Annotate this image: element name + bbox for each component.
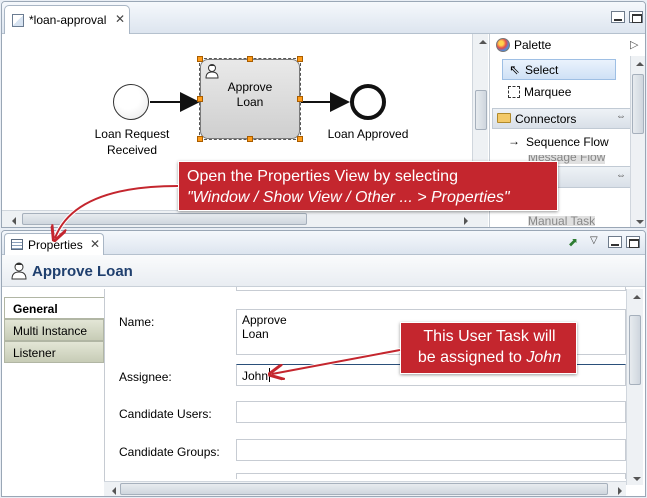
hidden-field-edge [236,287,626,291]
scroll-down-icon[interactable] [632,214,644,226]
user-task-icon [11,262,27,280]
properties-vertical-scrollbar[interactable] [626,289,643,485]
tab-listener[interactable]: Listener [4,341,104,363]
start-event-label: Loan Request Received [94,127,170,157]
end-event-label: Loan Approved [327,127,409,141]
candidate-groups-field[interactable] [236,439,626,461]
properties-view-icon [11,239,23,250]
properties-view-callout: Open the Properties View by selecting "W… [178,161,558,211]
properties-header: Approve Loan [2,255,645,287]
candidate-groups-label: Candidate Groups: [119,445,220,459]
scroll-up-icon[interactable] [632,56,644,68]
properties-horizontal-scrollbar[interactable] [104,481,626,496]
resize-handle[interactable] [197,56,203,62]
candidate-users-label: Candidate Users: [119,407,212,421]
palette-title: Palette [514,38,552,52]
palette-marquee-tool[interactable]: Marquee [502,82,616,103]
collapse-palette-icon[interactable]: ▷ [630,38,638,51]
palette-manual-task-tool[interactable]: Manual Task [502,216,632,226]
palette-icon [496,38,510,52]
palette-scrollbar[interactable] [630,56,645,227]
canvas-horizontal-scrollbar[interactable] [2,210,488,227]
palette-drawer-connectors[interactable]: Connectors [492,108,632,129]
assignee-value: John [242,369,269,383]
file-icon [12,14,24,27]
candidate-users-field[interactable] [236,401,626,423]
hidden-field-edge [236,473,626,479]
scroll-left-icon[interactable] [106,484,118,496]
resize-handle[interactable] [197,136,203,142]
properties-tab-bar: Properties ✕ ⬈ ▽ [2,231,645,255]
maximize-icon[interactable] [629,11,643,23]
scrollbar-thumb[interactable] [22,213,307,225]
palette-sequence-flow-tool[interactable]: → Sequence Flow [502,132,632,153]
editor-tab-bar: *loan-approval ✕ [2,2,645,34]
scrollbar-thumb[interactable] [475,90,487,130]
folder-icon [497,113,511,123]
scroll-down-icon[interactable] [629,471,641,483]
close-icon[interactable]: ✕ [115,12,125,26]
callout-line-2: "Window / Show View / Other ... > Proper… [187,189,510,206]
sequence-flow-icon: → [508,134,520,148]
callout-line-1: This User Task will [423,328,556,345]
end-event[interactable] [350,84,386,120]
scrollbar-thumb[interactable] [632,74,644,134]
select-arrow-icon: ⇖ [509,62,520,77]
properties-tab-label: Properties [28,238,83,252]
assignee-label: Assignee: [119,370,172,384]
scroll-up-icon[interactable] [629,289,641,301]
properties-side-tabs: General Multi Instance Listener [4,293,104,493]
scroll-up-icon[interactable] [475,34,487,46]
close-icon[interactable]: ✕ [90,237,100,251]
scroll-right-icon[interactable] [612,484,624,496]
tab-properties[interactable]: Properties ✕ [4,233,104,255]
callout-line-2: be assigned to John [417,349,562,366]
assignee-callout: This User Task will be assigned to John [400,322,577,374]
name-label: Name: [119,315,155,329]
minimize-icon[interactable] [611,11,625,23]
view-menu-icon[interactable]: ▽ [590,235,598,246]
marquee-icon [508,86,520,98]
minimize-icon[interactable] [608,236,622,248]
drawer-pin-icon[interactable]: ⇔ [616,170,626,181]
general-form: Name: Approve Loan Assignee: John Candid… [104,287,626,485]
resize-handle[interactable] [297,136,303,142]
start-event[interactable] [113,84,149,120]
callout-line-1: Open the Properties View by selecting [187,168,458,185]
palette-header: Palette ▷ [490,34,645,56]
resize-handle[interactable] [247,136,253,142]
drawer-pin-icon[interactable]: ⇔ [616,111,626,122]
text-cursor [269,368,270,382]
maximize-icon[interactable] [626,236,640,248]
palette-select-tool[interactable]: ⇖ Select [502,59,616,80]
eclipse-window: *loan-approval ✕ Loan Request Received A… [0,0,647,498]
resize-handle[interactable] [297,56,303,62]
scroll-left-icon[interactable] [6,214,18,226]
editor-tab-label: *loan-approval [29,13,107,27]
tab-multi-instance[interactable]: Multi Instance [4,319,104,341]
properties-title: Approve Loan [32,263,133,280]
name-value: Approve Loan [242,313,287,341]
tab-general[interactable]: General [4,297,104,319]
user-task-label: Approve Loan [227,80,273,109]
scroll-right-icon[interactable] [458,214,470,226]
pin-icon[interactable]: ⬈ [568,235,578,249]
resize-handle[interactable] [247,56,253,62]
editor-tab-loan-approval[interactable]: *loan-approval ✕ [4,5,130,34]
scrollbar-thumb[interactable] [120,483,608,495]
scrollbar-thumb[interactable] [629,315,641,385]
